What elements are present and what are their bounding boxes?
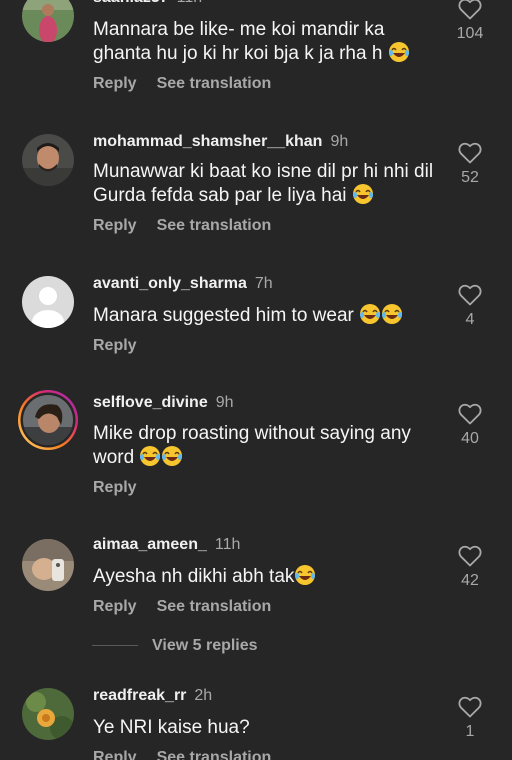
comments-list: saaniaz37 11h Mannara be like- me koi man…	[0, 0, 512, 760]
comment-actions: Reply See translation	[93, 748, 271, 760]
reply-button[interactable]: Reply	[93, 749, 137, 760]
comment-actions: Reply	[93, 478, 137, 498]
heart-outline-icon[interactable]	[458, 142, 482, 164]
reply-button[interactable]: Reply	[93, 217, 137, 234]
heart-outline-icon[interactable]	[458, 284, 482, 306]
avatar[interactable]	[22, 276, 74, 328]
timestamp: 2h	[194, 687, 213, 704]
username[interactable]: saaniaz37	[93, 0, 169, 6]
view-replies-label: View 5 replies	[152, 637, 258, 654]
like-count: 40	[461, 430, 479, 447]
timestamp: 11h	[214, 536, 241, 553]
laughing-emoji-icon	[352, 184, 373, 204]
comment-actions: Reply See translation	[93, 216, 271, 236]
like-count: 1	[465, 723, 475, 740]
reply-button[interactable]: Reply	[93, 598, 137, 615]
username[interactable]: avanti_only_sharma	[93, 275, 247, 292]
timestamp: 7h	[254, 275, 273, 292]
comment-text-content: Ayesha nh dikhi abh tak	[93, 566, 295, 587]
see-translation-button[interactable]: See translation	[157, 75, 272, 92]
like-count: 52	[461, 169, 479, 186]
default-avatar-icon	[22, 276, 74, 328]
heart-outline-icon[interactable]	[458, 403, 482, 425]
like-control: 1	[448, 696, 492, 742]
laughing-emoji-icon	[388, 42, 409, 62]
like-control: 4	[448, 284, 492, 330]
timestamp: 11h	[177, 0, 203, 6]
like-control: 42	[448, 545, 492, 591]
comment-text: Mike drop roasting without saying any wo…	[93, 422, 438, 469]
reply-button[interactable]: Reply	[93, 337, 137, 354]
comment-text-content: Manara suggested him to wear	[93, 305, 354, 326]
laughing-emoji-icon	[382, 304, 403, 324]
avatar-image	[22, 134, 74, 186]
see-translation-button[interactable]: See translation	[157, 217, 272, 234]
avatar-image	[22, 0, 74, 42]
like-control: 52	[448, 142, 492, 188]
comment-actions: Reply See translation	[93, 74, 271, 94]
comment-text-content: Munawwar ki baat ko isne dil pr hi nhi d…	[93, 161, 434, 206]
avatar[interactable]	[22, 539, 74, 591]
laughing-emoji-icon	[162, 446, 183, 466]
comment-text: Mannara be like- me koi mandir ka ghanta…	[93, 18, 438, 65]
like-count: 104	[456, 25, 484, 42]
avatar[interactable]	[22, 688, 74, 740]
laughing-emoji-icon	[295, 565, 316, 585]
comment-text: Ayesha nh dikhi abh tak	[93, 564, 438, 588]
username[interactable]: readfreak_rr	[93, 687, 186, 704]
comment-text-content: Ye NRI kaise hua?	[93, 717, 250, 738]
reply-button[interactable]: Reply	[93, 479, 137, 496]
comment-meta: aimaa_ameen_ 11h	[93, 535, 240, 555]
comment-meta: avanti_only_sharma 7h	[93, 274, 273, 294]
heart-outline-icon[interactable]	[458, 0, 482, 20]
heart-outline-icon[interactable]	[458, 696, 482, 718]
view-replies-button[interactable]: View 5 replies	[92, 637, 258, 655]
timestamp: 9h	[330, 133, 349, 150]
username[interactable]: selflove_divine	[93, 394, 208, 411]
like-control: 40	[448, 403, 492, 449]
avatar[interactable]	[22, 0, 74, 42]
comment-actions: Reply See translation	[93, 597, 271, 617]
username[interactable]: mohammad_shamsher__khan	[93, 133, 322, 150]
comment-text: Munawwar ki baat ko isne dil pr hi nhi d…	[93, 160, 438, 207]
comment-text: Ye NRI kaise hua?	[93, 716, 438, 739]
avatar-with-story-ring[interactable]	[17, 389, 79, 451]
comment-meta: selflove_divine 9h	[93, 393, 234, 413]
like-count: 42	[461, 572, 479, 589]
comment-actions: Reply	[93, 336, 137, 356]
username[interactable]: aimaa_ameen_	[93, 536, 207, 553]
avatar-image	[22, 539, 74, 591]
laughing-emoji-icon	[140, 446, 161, 466]
comment-text: Manara suggested him to wear	[93, 303, 438, 327]
view-replies-divider	[92, 645, 138, 647]
laughing-emoji-icon	[360, 304, 381, 324]
heart-outline-icon[interactable]	[458, 545, 482, 567]
comment-meta: saaniaz37 11h	[93, 0, 202, 8]
avatar-image	[22, 688, 74, 740]
comment-meta: mohammad_shamsher__khan 9h	[93, 132, 348, 152]
see-translation-button[interactable]: See translation	[157, 598, 272, 615]
see-translation-button[interactable]: See translation	[157, 749, 272, 760]
comment-text-content: Mannara be like- me koi mandir ka ghanta…	[93, 19, 385, 64]
avatar[interactable]	[22, 134, 74, 186]
timestamp: 9h	[215, 394, 234, 411]
reply-button[interactable]: Reply	[93, 75, 137, 92]
comment-meta: readfreak_rr 2h	[93, 686, 212, 706]
story-ring-avatar	[18, 390, 78, 450]
like-control: 104	[448, 0, 492, 44]
like-count: 4	[465, 311, 475, 328]
